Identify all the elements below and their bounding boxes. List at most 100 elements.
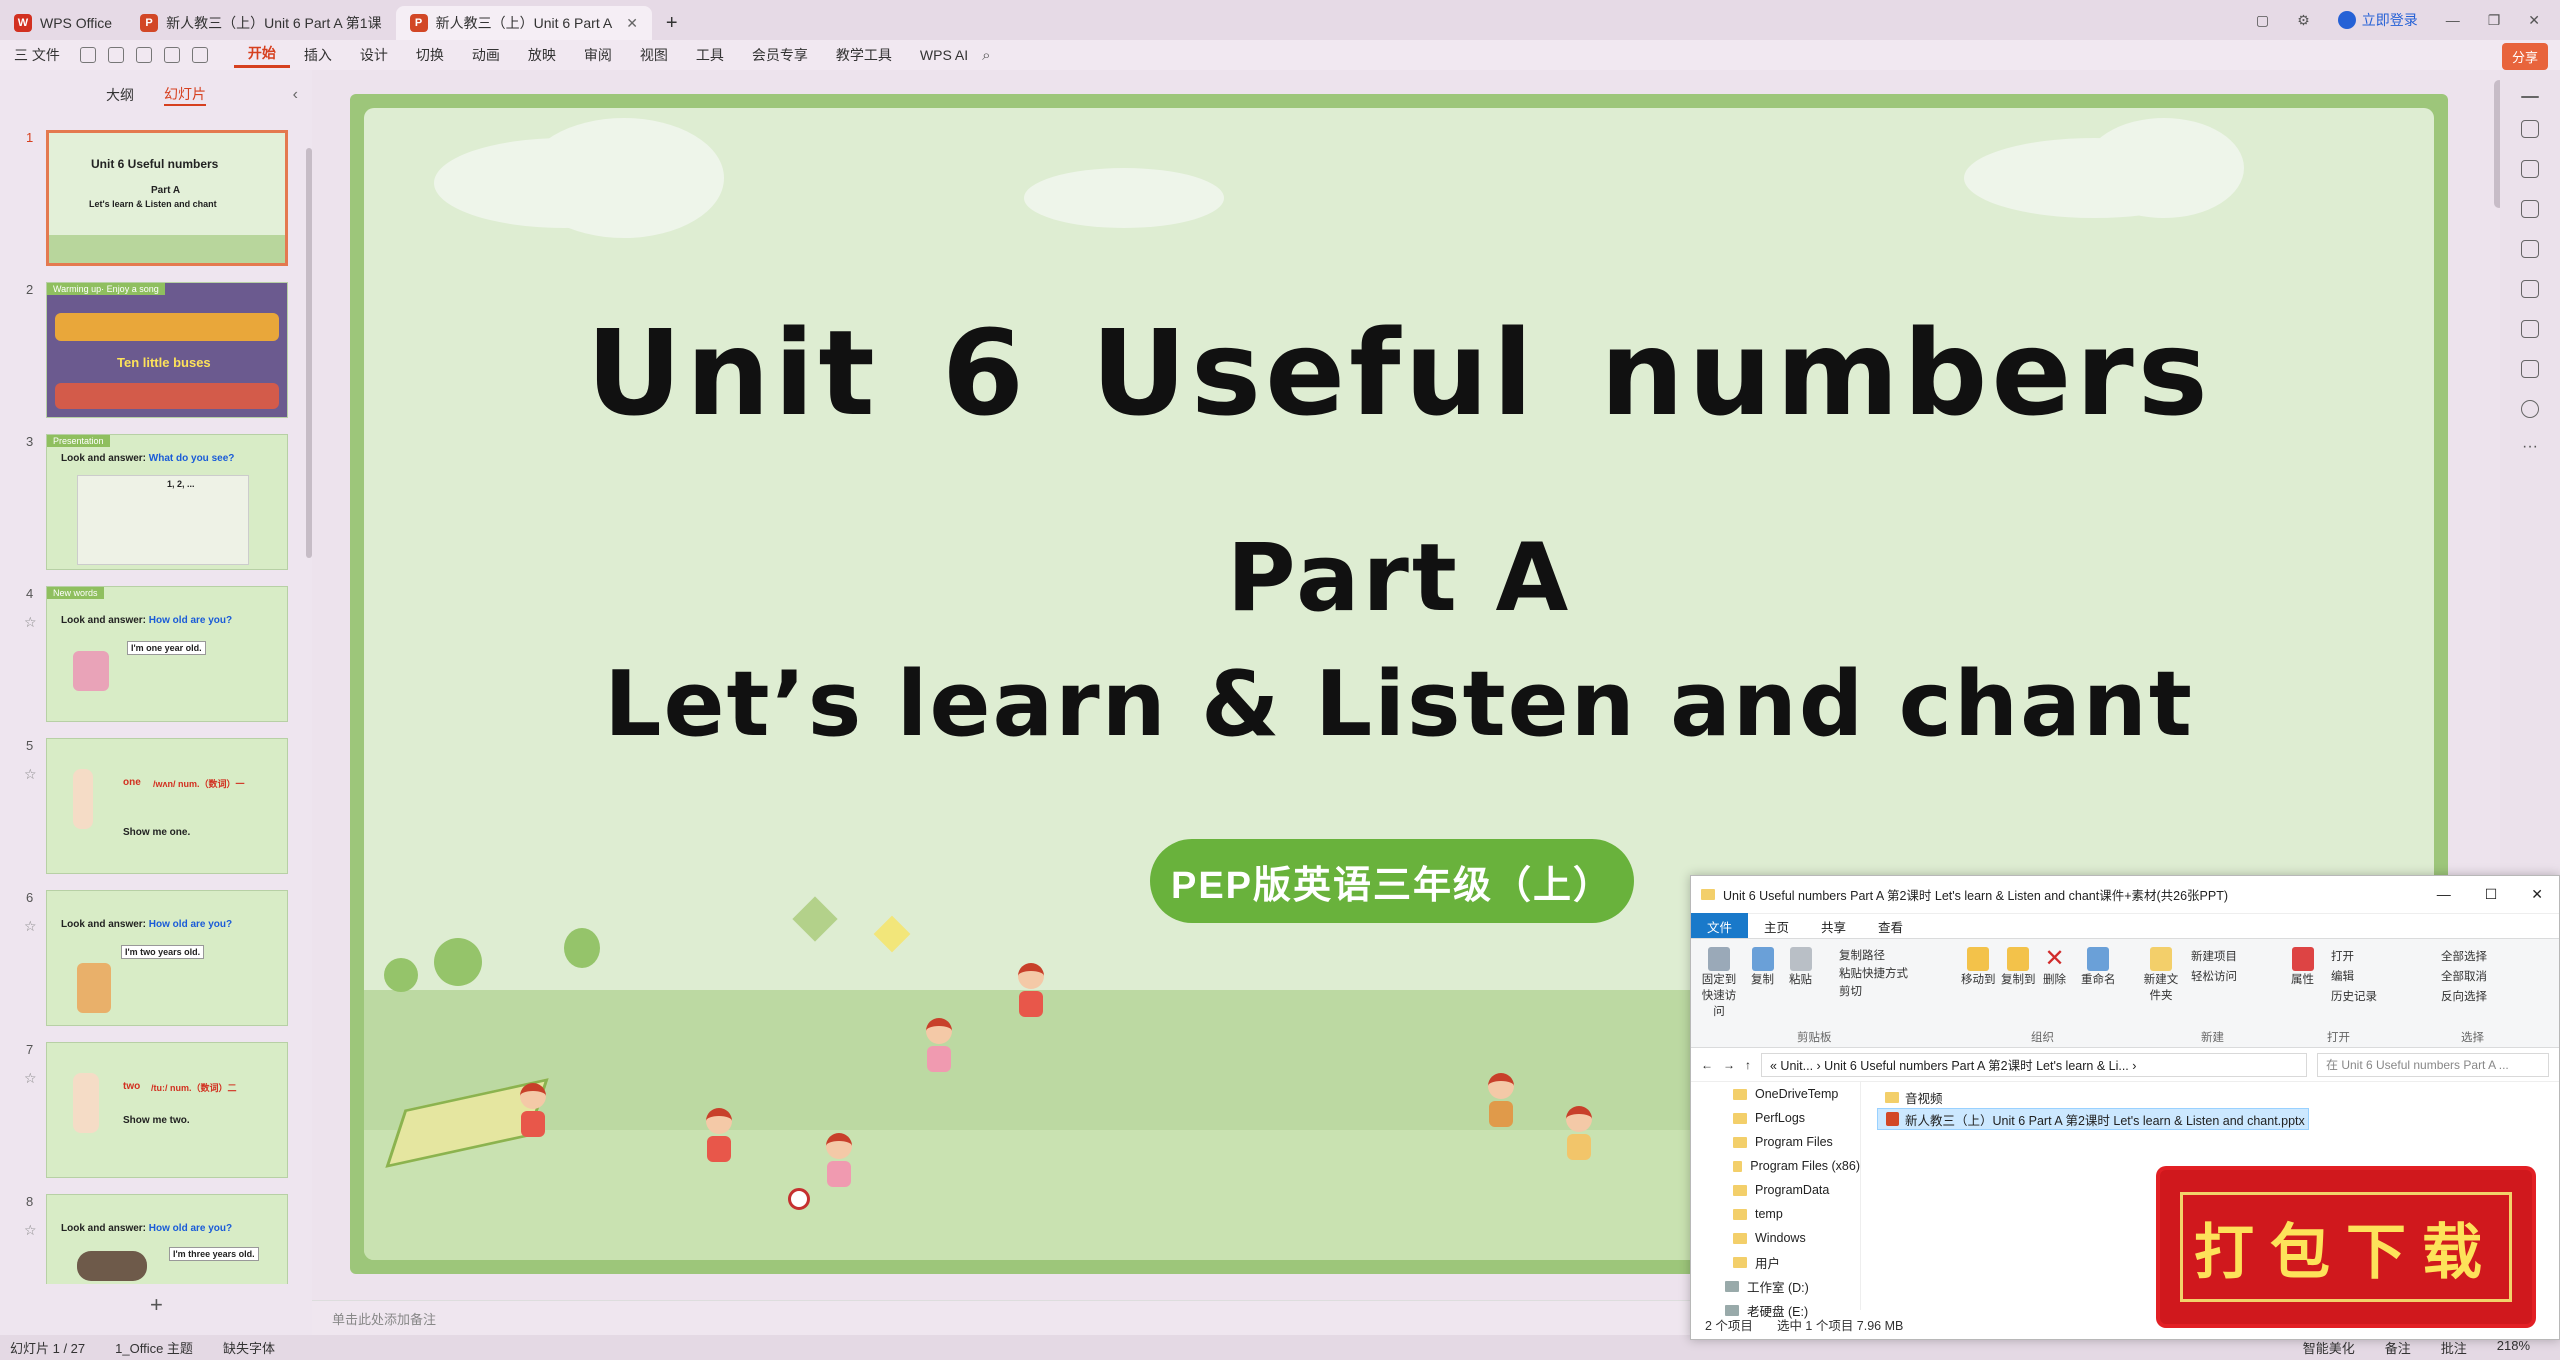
thumbnail-row[interactable]: 3 Presentation Look and answer: What do … bbox=[0, 434, 300, 574]
share-button[interactable]: 分享 bbox=[2501, 43, 2548, 70]
select-none-button[interactable]: 全部取消 bbox=[2441, 967, 2487, 987]
history-button[interactable]: 历史记录 bbox=[2331, 987, 2377, 1007]
save-icon[interactable] bbox=[79, 47, 96, 63]
ribbon-tab-share[interactable]: 共享 bbox=[1805, 913, 1862, 940]
menu-design[interactable]: 设计 bbox=[346, 45, 402, 65]
forward-icon[interactable]: → bbox=[1723, 1058, 1735, 1072]
close-window-icon[interactable]: ✕ bbox=[2528, 12, 2540, 29]
slide-thumbnail-2[interactable]: Warming up· Enjoy a song Ten little buse… bbox=[46, 282, 288, 418]
search-icon[interactable]: ⌕ bbox=[982, 47, 990, 64]
minimize-icon[interactable]: — bbox=[2437, 886, 2451, 903]
cut-button[interactable]: 剪切 bbox=[1839, 983, 1908, 1001]
pin-button[interactable]: 固定到快速访问 bbox=[1699, 947, 1739, 1019]
nav-item[interactable]: Program Files bbox=[1691, 1130, 1860, 1154]
file-item-pptx[interactable]: 新人教三（上）Unit 6 Part A 第2课时 Let's learn & … bbox=[1877, 1108, 2309, 1130]
move-to-button[interactable]: 移动到 bbox=[1961, 947, 1996, 987]
slide-thumbnail-8[interactable]: Look and answer: How old are you? I'm th… bbox=[46, 1194, 288, 1284]
add-slide-button[interactable]: + bbox=[150, 1292, 163, 1318]
new-tab-button[interactable]: + bbox=[652, 6, 692, 40]
nav-item[interactable]: OneDriveTemp bbox=[1691, 1082, 1860, 1106]
menu-view[interactable]: 视图 bbox=[626, 45, 682, 65]
more-icon[interactable]: ··· bbox=[2500, 438, 2560, 456]
up-icon[interactable]: ↑ bbox=[1745, 1058, 1751, 1072]
open-button[interactable]: 打开 bbox=[2331, 947, 2377, 967]
properties-button[interactable]: 属性 bbox=[2291, 947, 2314, 987]
undo-icon[interactable] bbox=[163, 47, 180, 63]
notes-toggle[interactable]: 备注 bbox=[2385, 1338, 2411, 1357]
thumbnail-row[interactable]: 1 Unit 6 Useful numbers Part A Let's lea… bbox=[0, 130, 300, 270]
rename-button[interactable]: 重命名 bbox=[2081, 947, 2116, 987]
address-bar[interactable]: « Unit... › Unit 6 Useful numbers Part A… bbox=[1761, 1052, 2307, 1077]
zoom-level[interactable]: 218% bbox=[2497, 1338, 2530, 1357]
tab-outline[interactable]: 大纲 bbox=[106, 85, 134, 105]
redo-icon[interactable] bbox=[191, 47, 208, 63]
share-icon[interactable] bbox=[2521, 360, 2539, 378]
download-package-button[interactable]: 打包下载 bbox=[2160, 1170, 2532, 1324]
menu-teaching-tools[interactable]: 教学工具 bbox=[822, 45, 906, 65]
slide-thumbnail-7[interactable]: two /tuː/ num.（数词）二 Show me two. bbox=[46, 1042, 288, 1178]
adjust-icon[interactable] bbox=[2521, 120, 2539, 138]
slide-thumbnail-1[interactable]: Unit 6 Useful numbers Part A Let's learn… bbox=[46, 130, 288, 266]
close-icon[interactable]: ✕ bbox=[2531, 886, 2543, 903]
nav-item[interactable]: ProgramData bbox=[1691, 1178, 1860, 1202]
tab-slides[interactable]: 幻灯片 bbox=[164, 84, 206, 106]
thumbnail-row[interactable]: 2 Warming up· Enjoy a song Ten little bu… bbox=[0, 282, 300, 422]
settings-icon[interactable]: ⚙ bbox=[2297, 12, 2310, 29]
thumbnail-row[interactable]: 4 ☆ New words Look and answer: How old a… bbox=[0, 586, 300, 726]
star-icon[interactable]: ☆ bbox=[24, 918, 37, 935]
nav-item[interactable]: temp bbox=[1691, 1202, 1860, 1226]
thumbnail-row[interactable]: 7 ☆ two /tuː/ num.（数词）二 Show me two. bbox=[0, 1042, 300, 1182]
close-icon[interactable]: ✕ bbox=[626, 15, 638, 32]
minimize-icon[interactable]: — bbox=[2446, 12, 2460, 28]
thumbnail-row[interactable]: 8 ☆ Look and answer: How old are you? I'… bbox=[0, 1194, 300, 1284]
maximize-icon[interactable]: ❐ bbox=[2488, 12, 2501, 29]
tools-icon[interactable] bbox=[2521, 280, 2539, 298]
ribbon-tab-view[interactable]: 查看 bbox=[1862, 913, 1919, 940]
paste-button[interactable]: 粘贴 bbox=[1789, 947, 1812, 987]
file-menu[interactable]: 三 文件 bbox=[0, 45, 74, 65]
menu-slideshow[interactable]: 放映 bbox=[514, 45, 570, 65]
new-folder-button[interactable]: 新建文件夹 bbox=[2141, 947, 2181, 1003]
shape-icon[interactable] bbox=[2521, 240, 2539, 258]
slide-thumbnail-6[interactable]: Look and answer: How old are you? I'm tw… bbox=[46, 890, 288, 1026]
smart-beautify-button[interactable]: 智能美化 bbox=[2303, 1338, 2355, 1357]
slide-title[interactable]: Unit 6 Useful numbers bbox=[350, 304, 2448, 442]
copy-path-button[interactable]: 复制路径 bbox=[1839, 947, 1908, 965]
nav-item[interactable]: 用户 bbox=[1691, 1250, 1860, 1274]
star-icon[interactable]: ☆ bbox=[24, 1222, 37, 1239]
select-all-button[interactable]: 全部选择 bbox=[2441, 947, 2487, 967]
grade-badge[interactable]: PEP版英语三年级（上） bbox=[1150, 839, 1634, 923]
delete-button[interactable]: ✕ 删除 bbox=[2043, 947, 2066, 987]
menu-home[interactable]: 开始 bbox=[233, 43, 290, 68]
star-icon[interactable]: ☆ bbox=[24, 614, 37, 631]
paste-shortcut-button[interactable]: 粘贴快捷方式 bbox=[1839, 965, 1908, 983]
help-icon[interactable] bbox=[2521, 400, 2539, 418]
search-input[interactable]: 在 Unit 6 Useful numbers Part A ... bbox=[2317, 1052, 2549, 1077]
copy-button[interactable]: 复制 bbox=[1751, 947, 1774, 987]
slide-thumbnail-5[interactable]: one /wʌn/ num.（数词）一 Show me one. bbox=[46, 738, 288, 874]
ribbon-tab-file[interactable]: 文件 bbox=[1691, 912, 1749, 940]
menu-member[interactable]: 会员专享 bbox=[738, 45, 822, 65]
nav-item[interactable]: Program Files (x86) bbox=[1691, 1154, 1860, 1178]
comments-toggle[interactable]: 批注 bbox=[2441, 1338, 2467, 1357]
star-icon[interactable]: ☆ bbox=[24, 766, 37, 783]
open-icon[interactable] bbox=[107, 47, 124, 63]
layout-icon[interactable]: ▢ bbox=[2256, 12, 2269, 29]
easy-access-button[interactable]: 轻松访问 bbox=[2191, 967, 2237, 987]
file-item-folder[interactable]: 音视频 bbox=[1877, 1086, 2559, 1108]
menu-animation[interactable]: 动画 bbox=[458, 45, 514, 65]
thumbnail-row[interactable]: 6 ☆ Look and answer: How old are you? I'… bbox=[0, 890, 300, 1030]
slide-thumbnail-4[interactable]: New words Look and answer: How old are y… bbox=[46, 586, 288, 722]
tab-wps-office[interactable]: W WPS Office bbox=[0, 6, 126, 40]
maximize-icon[interactable]: ☐ bbox=[2485, 886, 2498, 903]
slide-part-label[interactable]: Part A bbox=[350, 524, 2448, 633]
star-icon[interactable] bbox=[2521, 160, 2539, 178]
nav-drive[interactable]: 工作室 (D:) bbox=[1691, 1274, 1860, 1298]
missing-font-label[interactable]: 缺失字体 bbox=[223, 1338, 275, 1357]
nav-item[interactable]: PerfLogs bbox=[1691, 1106, 1860, 1130]
menu-insert[interactable]: 插入 bbox=[290, 45, 346, 65]
menu-tools[interactable]: 工具 bbox=[682, 45, 738, 65]
theme-label[interactable]: 1_Office 主题 bbox=[115, 1338, 193, 1357]
print-icon[interactable] bbox=[135, 47, 152, 63]
star-icon[interactable]: ☆ bbox=[24, 1070, 37, 1087]
